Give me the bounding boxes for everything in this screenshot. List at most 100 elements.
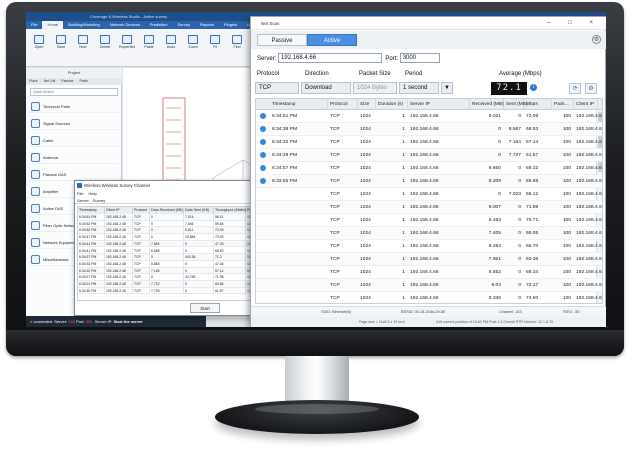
filter-icon[interactable]: ▼ — [441, 82, 453, 94]
results-column-header[interactable]: Server IP — [408, 99, 470, 110]
results-cell-dur: 1 — [402, 153, 405, 158]
results-column-header[interactable]: Timestamp — [270, 99, 328, 110]
project-pane-tab[interactable]: Net Util — [41, 78, 58, 85]
project-item[interactable]: Signal Sources — [29, 117, 119, 130]
results-column-header[interactable]: Protocol — [328, 99, 358, 110]
ribbon-button[interactable]: Delete — [96, 33, 114, 59]
ribbon-button-icon — [210, 35, 220, 44]
results-cell-server: 192.168.4.66 — [410, 192, 439, 197]
ribbon-tab[interactable]: Home — [42, 21, 64, 29]
info-icon[interactable]: i — [530, 84, 537, 91]
ribbon-tab[interactable]: Network Devices — [105, 21, 145, 29]
protocol-select[interactable]: TCP — [255, 82, 299, 94]
results-row[interactable]: 6:33:55 PM TCP 1024 1 192.168.4.66 8.209 0 65.6… — [256, 175, 602, 188]
ribbon-button[interactable]: Find — [228, 33, 246, 59]
results-column-header[interactable]: Mbps — [524, 99, 552, 110]
survey-column-header[interactable]: Throughput (Mbit/s) — [214, 207, 246, 214]
survey-cell-t: 6:34:30 PM — [78, 287, 105, 295]
status-icon — [260, 139, 266, 145]
ribbon-button[interactable]: Open — [30, 33, 48, 59]
ribbon-button[interactable]: Zoom — [184, 33, 202, 59]
results-row[interactable]: 6:34:38 PM TCP 1024 1 192.168.4.66 0 8.567 68.5… — [256, 123, 602, 136]
project-pane-tab[interactable]: Parts — [77, 78, 91, 85]
survey-tab[interactable]: Server — [77, 198, 89, 203]
ribbon-button[interactable]: New — [74, 33, 92, 59]
survey-column-header[interactable]: Client IP — [105, 207, 133, 214]
results-cell-client: 192.168.4.66 — [576, 140, 603, 145]
settings-icon[interactable]: ⚙ — [585, 83, 597, 94]
results-cell-sent: 8.567 — [508, 127, 521, 132]
window-controls[interactable]: – □ × — [547, 17, 601, 30]
ribbon-tab[interactable]: Plugins — [219, 21, 242, 29]
survey-column-header[interactable]: Timestamp — [78, 207, 105, 214]
results-row[interactable]: TCP 1024 1 192.168.4.66 7.405 0 59.05 100 192.16… — [256, 227, 602, 240]
ribbon-tab[interactable]: Reports — [195, 21, 219, 29]
menu-item[interactable]: File — [77, 191, 83, 196]
survey-tab[interactable]: Survey — [93, 198, 105, 203]
survey-column-header[interactable]: Data Sent (KB) — [184, 207, 214, 214]
results-row[interactable]: 6:34:32 PM TCP 1024 1 192.168.4.66 0 7.164 57.1… — [256, 136, 603, 149]
project-item[interactable]: Cable — [29, 134, 119, 147]
period-select[interactable]: 1 second — [399, 82, 439, 94]
passive-mode-button[interactable]: Passive — [257, 34, 307, 46]
results-cell-server: 192.168.4.66 — [410, 283, 439, 288]
direction-select[interactable]: Download — [301, 82, 351, 94]
results-column-header[interactable]: Size — [358, 99, 376, 110]
active-mode-button[interactable]: Active — [307, 34, 357, 46]
results-row[interactable]: TCP 1024 1 192.168.4.66 9.007 0 71.98 100 192.16… — [256, 201, 602, 214]
results-row[interactable]: 6:34:28 PM TCP 1024 1 192.168.4.66 0 7.727 61.5… — [256, 149, 602, 162]
menu-item[interactable]: Help — [88, 191, 96, 196]
ribbon-tab[interactable]: File — [26, 21, 42, 29]
results-cell-dur: 1 — [402, 192, 405, 197]
project-item[interactable]: Technical Parts — [29, 100, 119, 113]
results-cell-proto: TCP — [330, 153, 340, 158]
ribbon-button[interactable]: Save — [52, 33, 70, 59]
ribbon-button-label: Open — [34, 45, 44, 49]
results-row[interactable]: TCP 1024 1 192.168.4.66 8.552 0 68.34 100 192.16… — [256, 266, 602, 279]
ribbon-button[interactable]: Undo — [162, 33, 180, 59]
main-status-bar: ● connected Server: 192 Port: 300 Server… — [26, 316, 206, 327]
survey-cell-s: 43,884 — [184, 234, 214, 241]
ribbon-tab[interactable]: Building/Modeling — [63, 21, 105, 29]
screen: Coverage & Wireless Studio - Active surv… — [26, 12, 606, 327]
results-cell-dur: 1 — [402, 270, 405, 275]
results-column-header[interactable]: Sent (MB) — [504, 99, 528, 110]
results-cell-proto: TCP — [330, 283, 340, 288]
ribbon-button[interactable]: Fit — [206, 33, 224, 59]
results-row[interactable]: 6:34:57 PM TCP 1024 1 192.168.4.66 8.660 0 69.3… — [256, 162, 602, 175]
project-pane-tab[interactable]: Place — [26, 78, 41, 85]
results-column-header[interactable]: Received (MB) — [470, 99, 504, 110]
results-cell-sent: 0 — [518, 283, 521, 288]
ribbon-button[interactable]: Paste — [140, 33, 158, 59]
project-pane-tab[interactable]: Passive — [58, 78, 76, 85]
results-row[interactable]: TCP 1024 1 192.168.4.66 8.264 0 65.70 100 192.16… — [256, 240, 602, 253]
results-row[interactable]: TCP 1024 1 192.168.4.66 9.483 0 75.71 100 192.16… — [256, 214, 602, 227]
results-column-header[interactable]: Pack... — [552, 99, 574, 110]
direction-label: Direction — [305, 71, 329, 77]
results-cell-sent: 0 — [518, 205, 521, 210]
results-cell-server: 192.168.4.66 — [410, 205, 439, 210]
survey-column-header[interactable]: Protocol — [133, 207, 150, 214]
results-column-header[interactable]: Duration (s) — [376, 99, 408, 110]
port-input[interactable]: 3000 — [399, 53, 440, 64]
results-row[interactable]: TCP 1024 1 192.168.4.66 9.04 0 72.17 100 192.168… — [256, 279, 602, 292]
results-column-header[interactable]: Client IP — [574, 99, 598, 110]
survey-column-header[interactable]: Data Received (KB) — [150, 207, 184, 214]
results-row[interactable]: TCP 1024 1 192.168.4.66 9.336 0 74.60 100 192.16… — [256, 292, 602, 303]
survey-cell-ip: 192.168.2.48 — [105, 240, 133, 248]
quick-search-input[interactable]: Quick Search — [30, 88, 118, 96]
server-ip-input[interactable]: 192.168.4.66 — [278, 53, 383, 64]
ribbon-tab[interactable]: Prediction — [145, 21, 173, 29]
settings-gear-icon[interactable]: ⚙ — [592, 35, 601, 44]
results-row[interactable]: 6:34:51 PM TCP 1024 1 192.168.4.66 9.021 0 72.0… — [256, 110, 602, 123]
survey-cell-p: TCP — [133, 254, 150, 261]
ribbon-button[interactable]: Properties — [118, 33, 136, 59]
ribbon-tab[interactable]: Survey — [173, 21, 195, 29]
results-row[interactable]: TCP 1024 1 192.168.4.66 7.961 0 63.36 100 192.16… — [256, 253, 602, 266]
refresh-icon[interactable]: ⟳ — [569, 83, 581, 94]
start-button[interactable]: Start — [190, 303, 220, 313]
project-item[interactable]: Antenna — [29, 151, 119, 164]
project-item-label: Miscellaneous — [43, 257, 69, 262]
results-row[interactable]: TCP 1024 1 192.168.4.66 0 7.023 56.12 100 192.16… — [256, 188, 602, 201]
packet-size-select[interactable]: 1024 Bytes — [353, 82, 397, 94]
